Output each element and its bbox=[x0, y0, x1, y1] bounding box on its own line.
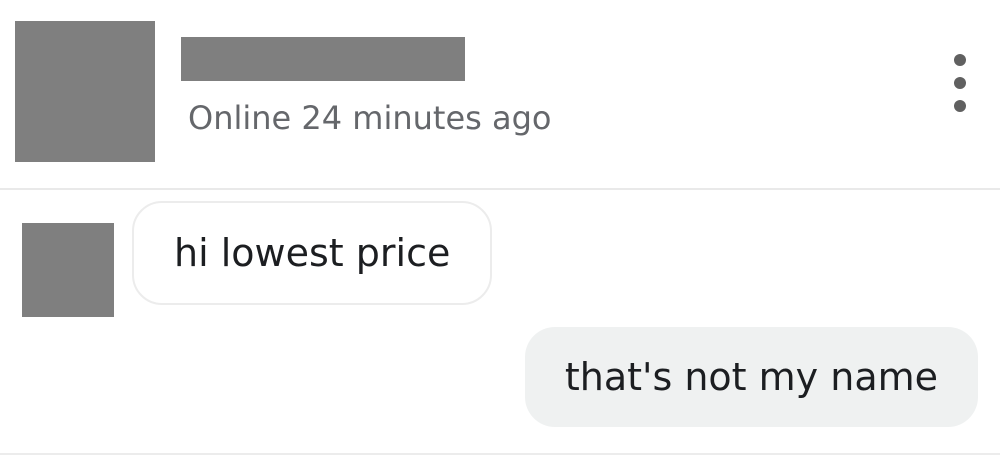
more-vertical-icon bbox=[954, 54, 966, 66]
more-options-button[interactable] bbox=[938, 48, 982, 118]
message-text: that's not my name bbox=[564, 355, 938, 399]
online-status: Online 24 minutes ago bbox=[188, 99, 552, 137]
conversation-header: Online 24 minutes ago bbox=[0, 0, 1000, 190]
sender-avatar[interactable] bbox=[22, 223, 114, 317]
more-vertical-icon-dot bbox=[954, 77, 966, 89]
divider bbox=[0, 453, 1000, 455]
contact-avatar[interactable] bbox=[15, 21, 155, 162]
contact-name-redacted[interactable] bbox=[181, 37, 465, 81]
outgoing-message-bubble[interactable]: that's not my name bbox=[524, 327, 978, 427]
more-vertical-icon-dot bbox=[954, 100, 966, 112]
incoming-message-bubble[interactable]: hi lowest price bbox=[132, 201, 493, 305]
message-text: hi lowest price bbox=[174, 231, 451, 275]
